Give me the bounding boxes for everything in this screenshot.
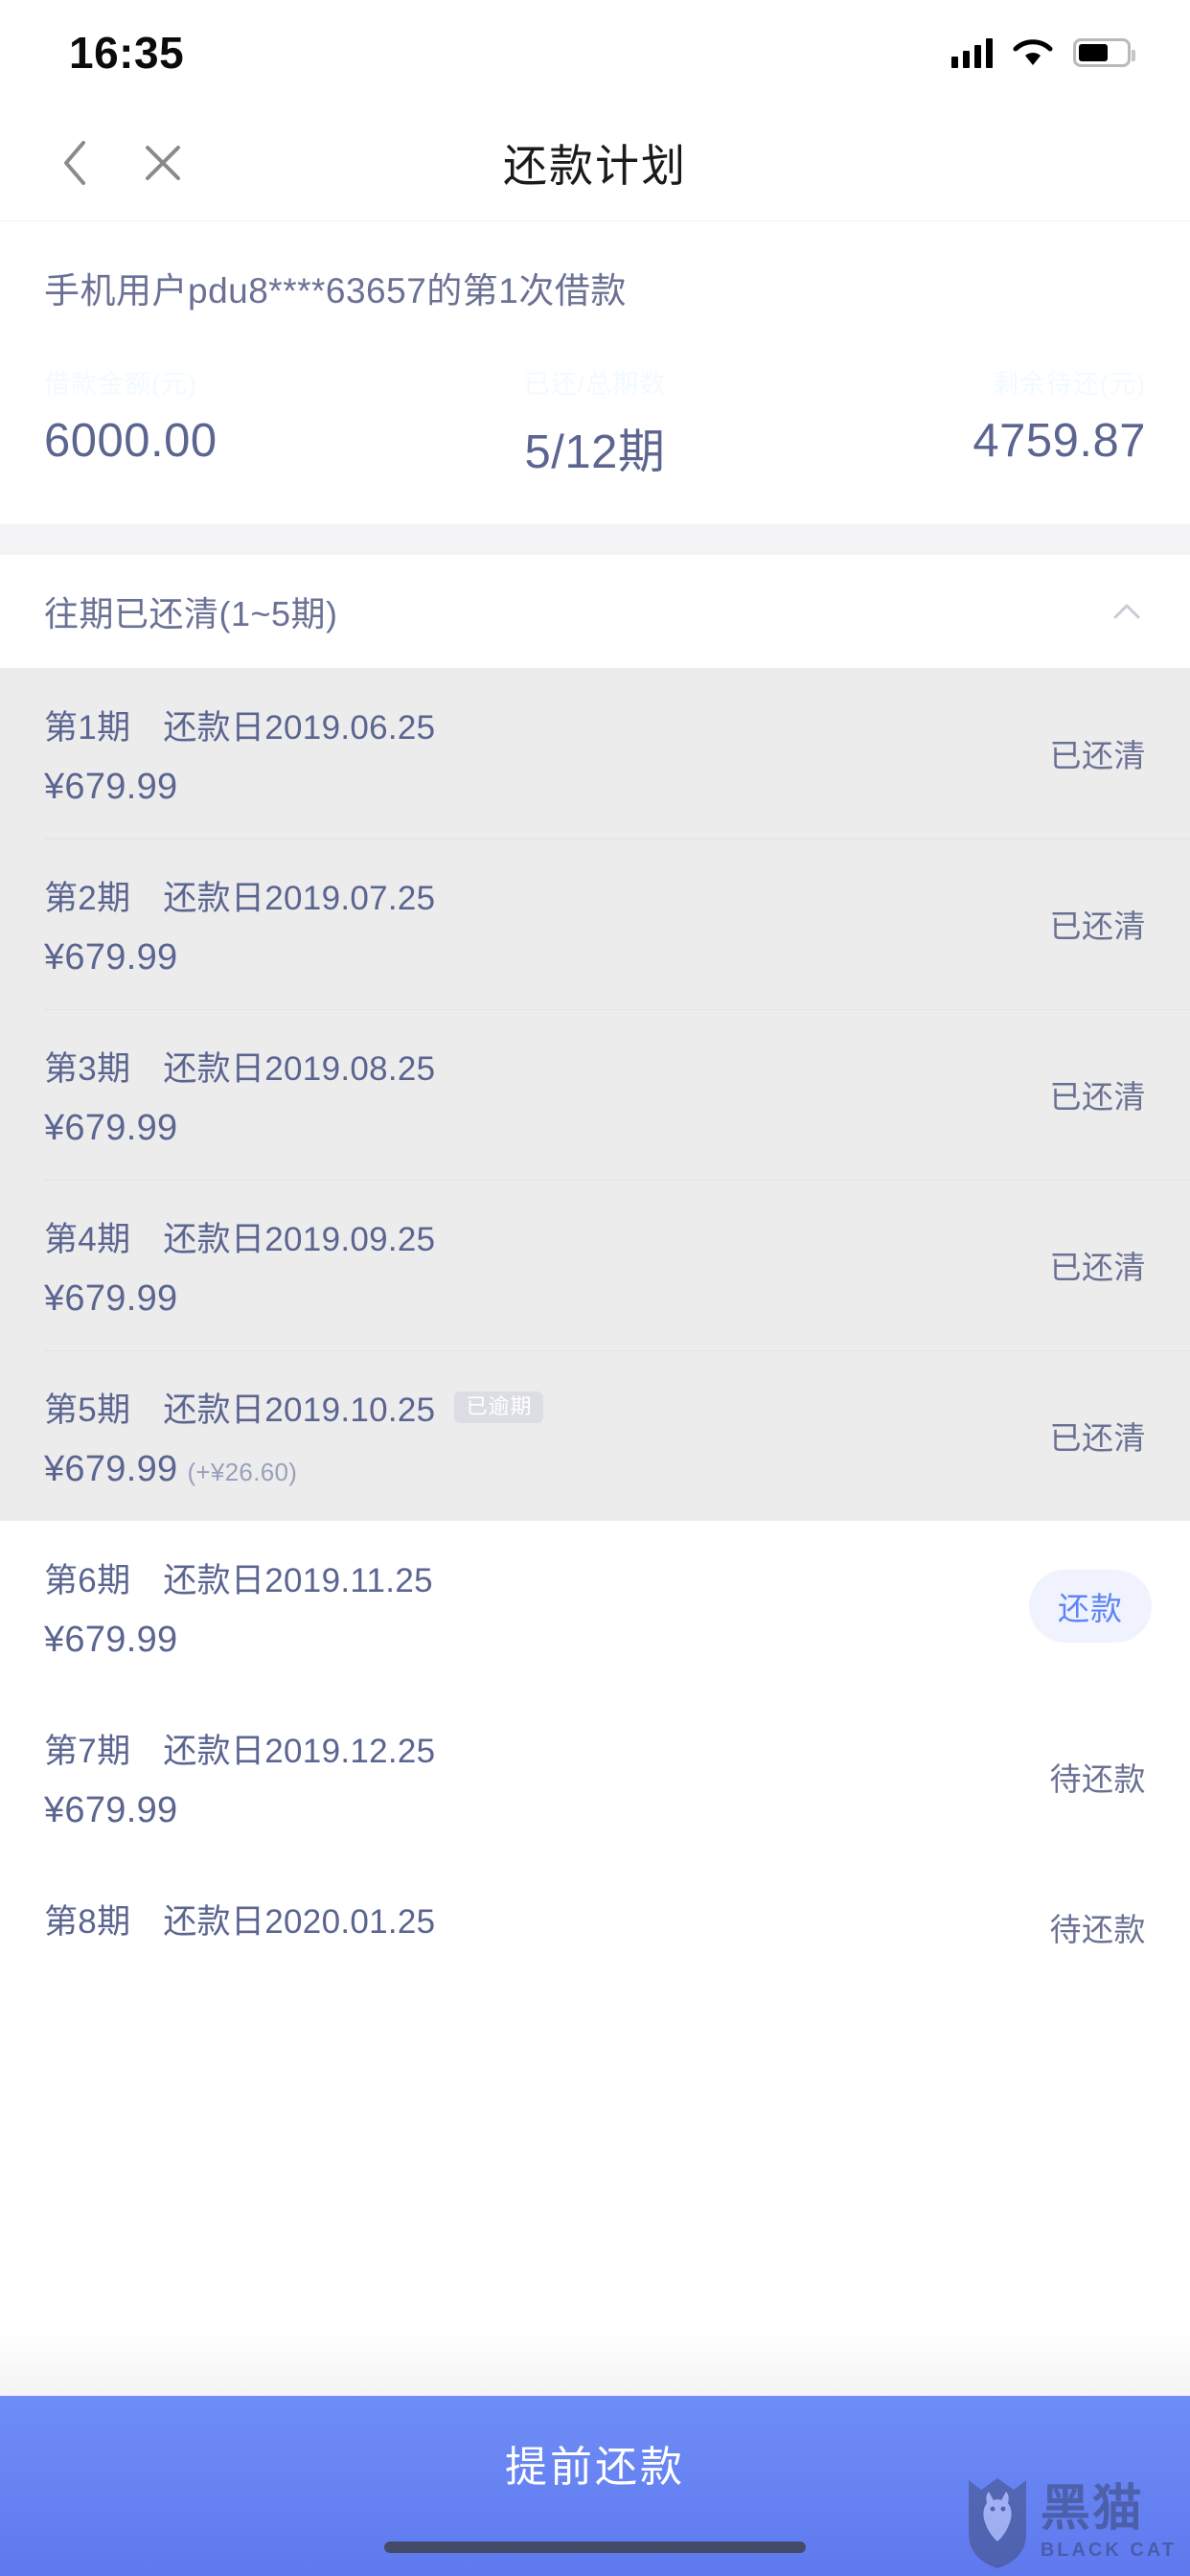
row-due-date: 还款日2019.06.25 bbox=[163, 709, 436, 747]
row-heading: 第8期 还款日2020.01.25 bbox=[44, 1895, 1146, 1944]
stat-value: 6000.00 bbox=[44, 415, 217, 467]
row-due-date: 还款日2020.01.25 bbox=[163, 1903, 436, 1941]
stat-remaining: 剩余待还(元) 4759.87 bbox=[779, 363, 1146, 468]
loan-summary-card: 手机用户pdu8****63657的第1次借款 借款金额(元) 6000.00 … bbox=[0, 220, 1190, 524]
table-row[interactable]: 第4期 还款日2019.09.25 ¥679.99 已还清 bbox=[0, 1180, 1190, 1350]
battery-icon bbox=[1073, 38, 1135, 67]
close-icon[interactable] bbox=[138, 138, 188, 188]
row-amount: ¥679.99 bbox=[44, 1108, 178, 1148]
status-badge: 待还款 bbox=[1049, 1911, 1146, 1947]
watermark-text: 黑猫 BLACK CAT bbox=[1041, 2484, 1177, 2562]
row-due-date: 还款日2019.08.25 bbox=[163, 1050, 436, 1088]
row-amount: ¥679.99 bbox=[44, 937, 178, 978]
watermark-en: BLACK CAT bbox=[1040, 2539, 1177, 2561]
chevron-left-icon[interactable] bbox=[50, 138, 100, 188]
stat-label: 借款金额(元) bbox=[44, 370, 197, 399]
table-row[interactable]: 第1期 还款日2019.06.25 ¥679.99 已还清 bbox=[0, 668, 1190, 839]
nav-bar: 还款计划 bbox=[0, 105, 1190, 220]
status-time: 16:35 bbox=[69, 28, 185, 78]
bottom-action-bar: 提前还款 黑猫 BLACK CAT bbox=[0, 2396, 1190, 2576]
black-cat-watermark: 黑猫 BLACK CAT bbox=[964, 2474, 1177, 2570]
row-amount-value: ¥679.99 bbox=[44, 1449, 178, 1489]
overdue-badge: 已逾期 bbox=[454, 1392, 544, 1423]
stat-loan-amount: 借款金额(元) 6000.00 bbox=[44, 363, 411, 468]
wifi-icon bbox=[1012, 37, 1054, 68]
status-badge: 已还清 bbox=[1049, 908, 1146, 944]
row-heading: 第3期 还款日2019.08.25 bbox=[44, 1042, 1146, 1091]
stat-value: 5/12期 bbox=[524, 426, 666, 478]
summary-stats: 借款金额(元) 6000.00 已还/总期数 5/12期 剩余待还(元) 475… bbox=[44, 363, 1146, 482]
row-heading: 第5期 还款日2019.10.25 已逾期 bbox=[44, 1383, 1146, 1432]
status-badge: 已还清 bbox=[1049, 1420, 1146, 1456]
row-amount: ¥679.99 (+¥26.60) bbox=[44, 1449, 1146, 1490]
installment-list: 第1期 还款日2019.06.25 ¥679.99 已还清 第2期 还款日201… bbox=[0, 668, 1190, 2576]
row-heading: 第4期 还款日2019.09.25 bbox=[44, 1212, 1146, 1261]
section-divider bbox=[0, 524, 1190, 555]
row-heading: 第7期 还款日2019.12.25 bbox=[44, 1724, 1146, 1773]
row-amount: ¥679.99 bbox=[44, 1620, 178, 1660]
row-period: 第8期 bbox=[44, 1903, 131, 1941]
watermark-cn: 黑猫 bbox=[1040, 2480, 1144, 2537]
row-amount: ¥679.99 bbox=[44, 1790, 178, 1830]
section-title: 往期已还清(1~5期) bbox=[44, 594, 338, 633]
paid-section-header[interactable]: 往期已还清(1~5期) bbox=[0, 555, 1190, 668]
stat-label: 剩余待还(元) bbox=[993, 370, 1146, 399]
chevron-up-icon[interactable] bbox=[1108, 592, 1146, 631]
status-badge: 已还清 bbox=[1049, 1250, 1146, 1285]
row-heading: 第6期 还款日2019.11.25 bbox=[44, 1553, 1146, 1602]
row-amount-extra-fee: (+¥26.60) bbox=[187, 1458, 298, 1486]
row-period: 第6期 bbox=[44, 1562, 131, 1599]
cat-shield-logo-icon bbox=[968, 2478, 1026, 2568]
row-period: 第3期 bbox=[44, 1050, 131, 1088]
repay-button[interactable]: 还款 bbox=[1029, 1570, 1152, 1643]
status-badge: 已还清 bbox=[1049, 1079, 1146, 1115]
status-badge: 已还清 bbox=[1049, 738, 1146, 773]
cellular-signal-icon bbox=[951, 37, 993, 68]
stat-periods: 已还/总期数 5/12期 bbox=[411, 363, 778, 482]
row-due-date: 还款日2019.09.25 bbox=[163, 1221, 436, 1258]
row-amount: ¥679.99 bbox=[44, 767, 178, 807]
row-period: 第2期 bbox=[44, 880, 131, 917]
repayment-plan-screen: 16:35 还款计划 手机用户pdu8****63657的第1次借款 借款金额(… bbox=[0, 0, 1190, 2576]
early-repayment-button[interactable]: 提前还款 bbox=[505, 2432, 685, 2494]
row-heading: 第1期 还款日2019.06.25 bbox=[44, 701, 1146, 749]
row-amount: ¥679.99 bbox=[44, 1278, 178, 1319]
row-period: 第4期 bbox=[44, 1221, 131, 1258]
loan-subject-title: 手机用户pdu8****63657的第1次借款 bbox=[44, 271, 627, 310]
row-period: 第7期 bbox=[44, 1733, 131, 1770]
stat-value: 4759.87 bbox=[973, 415, 1146, 467]
table-row[interactable]: 第3期 还款日2019.08.25 ¥679.99 已还清 bbox=[0, 1009, 1190, 1180]
row-period: 第1期 bbox=[44, 709, 131, 747]
status-icons bbox=[951, 37, 1135, 68]
table-row[interactable]: 第7期 还款日2019.12.25 ¥679.99 待还款 bbox=[0, 1691, 1190, 1862]
status-bar: 16:35 bbox=[0, 0, 1190, 105]
row-period: 第5期 bbox=[44, 1392, 131, 1429]
nav-actions bbox=[0, 138, 188, 188]
table-row[interactable]: 第6期 还款日2019.11.25 ¥679.99 还款 bbox=[0, 1521, 1190, 1691]
status-badge: 待还款 bbox=[1049, 1761, 1146, 1797]
row-due-date: 还款日2019.10.25 bbox=[163, 1392, 436, 1429]
row-due-date: 还款日2019.11.25 bbox=[163, 1562, 433, 1599]
home-indicator bbox=[384, 2542, 806, 2553]
stat-label: 已还/总期数 bbox=[523, 370, 667, 399]
table-row[interactable]: 第5期 还款日2019.10.25 已逾期 ¥679.99 (+¥26.60) 已… bbox=[0, 1350, 1190, 1521]
table-row[interactable]: 第8期 还款日2020.01.25 待还款 bbox=[0, 1862, 1190, 1991]
row-due-date: 还款日2019.07.25 bbox=[163, 880, 436, 917]
table-row[interactable]: 第2期 还款日2019.07.25 ¥679.99 已还清 bbox=[0, 839, 1190, 1009]
row-heading: 第2期 还款日2019.07.25 bbox=[44, 871, 1146, 920]
row-due-date: 还款日2019.12.25 bbox=[163, 1733, 436, 1770]
